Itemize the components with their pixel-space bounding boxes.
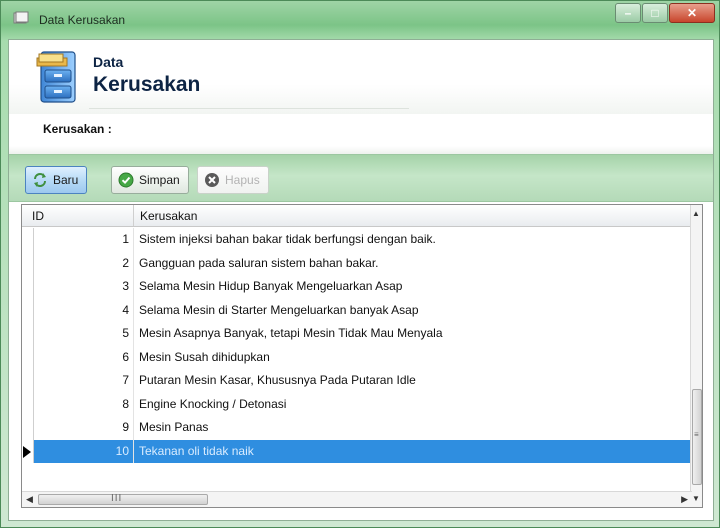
row-selector[interactable]	[22, 251, 34, 275]
cell-kerusakan[interactable]: Sistem injeksi bahan bakar tidak berfung…	[134, 228, 692, 252]
cell-id[interactable]: 4	[34, 298, 134, 322]
cell-id[interactable]: 6	[34, 345, 134, 369]
cell-id[interactable]: 3	[34, 275, 134, 299]
row-selector[interactable]	[22, 369, 34, 393]
current-row-arrow-icon	[23, 445, 31, 458]
form-header: Data Kerusakan	[9, 40, 713, 114]
table-row[interactable]: 7 Putaran Mesin Kasar, Khususnya Pada Put…	[22, 369, 692, 393]
cell-kerusakan[interactable]: Selama Mesin Hidup Banyak Mengeluarkan A…	[134, 275, 692, 299]
grid-rows: 1 Sistem injeksi bahan bakar tidak berfun…	[22, 228, 692, 463]
new-button-label: Baru	[53, 173, 79, 187]
kerusakan-label: Kerusakan :	[43, 122, 112, 136]
maximize-button[interactable]: □	[642, 3, 668, 23]
row-selector[interactable]	[22, 416, 34, 440]
row-selector[interactable]	[22, 228, 34, 252]
scroll-grip-icon: ≡	[694, 430, 699, 439]
scroll-left-icon[interactable]: ◀	[26, 494, 33, 505]
refresh-icon	[34, 173, 46, 187]
file-cabinet-icon	[36, 51, 76, 103]
title-bar[interactable]: Data Kerusakan – □ ✕	[1, 1, 719, 39]
cell-kerusakan[interactable]: Putaran Mesin Kasar, Khususnya Pada Puta…	[134, 369, 692, 393]
row-selector[interactable]	[22, 392, 34, 416]
vertical-scroll-thumb[interactable]: ≡	[692, 389, 702, 485]
cell-id[interactable]: 2	[34, 251, 134, 275]
cell-kerusakan[interactable]: Mesin Susah dihidupkan	[134, 346, 692, 370]
cell-kerusakan[interactable]: Gangguan pada saluran sistem bahan bakar…	[134, 252, 692, 276]
form-divider	[9, 146, 713, 154]
row-selector[interactable]	[22, 298, 34, 322]
horizontal-scrollbar[interactable]: ◀ III ▶	[22, 491, 692, 507]
minimize-button[interactable]: –	[615, 3, 641, 23]
row-selector[interactable]	[22, 275, 34, 299]
window-title: Data Kerusakan	[39, 13, 126, 27]
close-icon: ✕	[686, 6, 698, 20]
horizontal-scroll-thumb[interactable]: III	[38, 493, 208, 505]
grid-header: ID Kerusakan	[22, 205, 692, 227]
header-title-small: Data	[93, 54, 124, 70]
table-row[interactable]: 3 Selama Mesin Hidup Banyak Mengeluarkan …	[22, 275, 692, 299]
table-row[interactable]: 10 Tekanan oli tidak naik	[22, 439, 692, 463]
cell-id[interactable]: 5	[34, 322, 134, 346]
save-button-label: Simpan	[139, 173, 180, 187]
app-icon	[13, 11, 29, 24]
column-header-kerusakan[interactable]: Kerusakan	[134, 205, 692, 226]
table-row[interactable]: 5 Mesin Asapnya Banyak, tetapi Mesin Tida…	[22, 322, 692, 346]
kerusakan-input[interactable]	[127, 118, 687, 140]
cell-id[interactable]: 1	[34, 228, 134, 252]
row-selector[interactable]	[22, 439, 34, 463]
table-row[interactable]: 2 Gangguan pada saluran sistem bahan baka…	[22, 251, 692, 276]
row-selector[interactable]	[22, 322, 34, 346]
window-client-area: Data Kerusakan Kerusakan : Baru Simpan H…	[8, 39, 714, 521]
cell-id[interactable]: 8	[34, 392, 134, 416]
close-button[interactable]: ✕	[669, 3, 715, 23]
column-header-id[interactable]: ID	[22, 205, 134, 226]
window-controls: – □ ✕	[614, 3, 715, 23]
delete-icon	[205, 173, 219, 187]
minimize-icon: –	[624, 6, 632, 20]
data-grid[interactable]: ID Kerusakan 1 Sistem injeksi bahan bakar…	[21, 204, 703, 508]
row-selector[interactable]	[22, 345, 34, 369]
header-divider	[89, 108, 409, 109]
vertical-scrollbar[interactable]: ▲ ≡ ▼	[690, 205, 702, 507]
check-icon	[118, 172, 134, 188]
app-window: Data Kerusakan – □ ✕ Data Kerusakan Keru…	[0, 0, 720, 528]
cell-kerusakan[interactable]: Selama Mesin di Starter Mengeluarkan ban…	[134, 299, 692, 323]
scroll-down-icon[interactable]: ▼	[692, 494, 700, 503]
cell-id[interactable]: 7	[34, 369, 134, 393]
new-button[interactable]: Baru	[25, 166, 88, 194]
delete-button-label: Hapus	[225, 173, 260, 187]
cell-kerusakan[interactable]: Mesin Panas	[134, 416, 692, 440]
maximize-icon: □	[651, 6, 659, 20]
cell-kerusakan[interactable]: Engine Knocking / Detonasi	[134, 393, 692, 417]
scroll-up-icon[interactable]: ▲	[692, 209, 700, 218]
scroll-right-icon[interactable]: ▶	[681, 494, 688, 505]
cell-id[interactable]: 10	[34, 439, 134, 463]
table-row[interactable]: 9 Mesin Panas	[22, 416, 692, 440]
page-title: Kerusakan	[93, 73, 201, 96]
delete-button[interactable]: Hapus	[197, 166, 269, 194]
scroll-grip-icon: III	[111, 493, 123, 504]
save-button[interactable]: Simpan	[111, 166, 189, 194]
table-row[interactable]: 1 Sistem injeksi bahan bakar tidak berfun…	[22, 228, 692, 252]
cell-kerusakan[interactable]: Mesin Asapnya Banyak, tetapi Mesin Tidak…	[134, 322, 692, 346]
table-row[interactable]: 6 Mesin Susah dihidupkan	[22, 345, 692, 370]
cell-kerusakan[interactable]: Tekanan oli tidak naik	[134, 439, 692, 463]
cell-id[interactable]: 9	[34, 416, 134, 440]
table-row[interactable]: 8 Engine Knocking / Detonasi	[22, 392, 692, 417]
table-row[interactable]: 4 Selama Mesin di Starter Mengeluarkan ba…	[22, 298, 692, 323]
toolbar: Baru Simpan Hapus	[9, 154, 713, 202]
